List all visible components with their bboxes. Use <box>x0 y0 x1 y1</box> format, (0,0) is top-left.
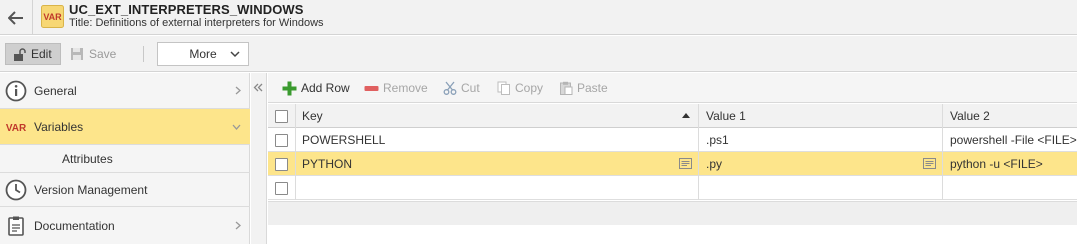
column-header-key[interactable]: Key <box>296 104 699 128</box>
clipboard-paste-icon <box>560 81 573 95</box>
select-all-cell <box>268 104 296 128</box>
edit-button[interactable]: Edit <box>5 43 61 65</box>
table-row[interactable]: POWERSHELL .ps1 powershell -File <FILE> <box>268 128 1077 152</box>
sidebar-item-documentation[interactable]: Documentation <box>0 207 250 244</box>
save-button[interactable]: Save <box>70 43 116 65</box>
back-button[interactable] <box>0 0 33 35</box>
double-chevron-left-icon <box>253 83 263 92</box>
column-header-value1[interactable]: Value 1 <box>699 104 943 128</box>
cut-label: Cut <box>461 81 480 95</box>
sidebar-item-version-management[interactable]: Version Management <box>0 173 250 207</box>
copy-icon <box>497 81 510 95</box>
key-cell[interactable] <box>296 176 699 200</box>
chevron-down-icon <box>232 124 241 130</box>
copy-button[interactable]: Copy <box>497 80 543 96</box>
save-icon <box>71 48 83 60</box>
sidebar-item-variables[interactable]: VAR Variables <box>0 109 250 145</box>
column-header-label: Key <box>302 109 323 123</box>
minus-icon <box>364 85 379 91</box>
clock-icon <box>5 179 27 200</box>
column-header-label: Value 2 <box>950 109 990 123</box>
row-select-cell <box>268 152 296 176</box>
edit-label: Edit <box>31 47 52 61</box>
row-checkbox[interactable] <box>275 181 288 195</box>
sidebar-item-label: Documentation <box>34 218 115 233</box>
object-title: Title: Definitions of external interpret… <box>69 17 324 29</box>
main-toolbar: Edit Save More <box>0 36 1077 72</box>
info-circle-icon <box>5 80 27 101</box>
save-label: Save <box>89 47 117 61</box>
arrow-left-icon <box>8 10 23 25</box>
clipboard-icon <box>8 216 24 236</box>
scissors-icon <box>443 81 457 95</box>
cut-button[interactable]: Cut <box>443 80 480 96</box>
value2-value: python -u <FILE> <box>950 157 1043 171</box>
chevron-right-icon <box>235 86 241 95</box>
paste-label: Paste <box>577 81 608 95</box>
column-header-label: Value 1 <box>706 109 746 123</box>
value2-cell[interactable]: powershell -File <FILE> <box>943 128 1077 152</box>
sidebar: General VAR Variables Attributes Version… <box>0 73 250 244</box>
text-editor-icon[interactable] <box>923 158 936 169</box>
value1-value: .py <box>706 157 723 171</box>
object-name: UC_EXT_INTERPRETERS_WINDOWS <box>69 2 304 17</box>
sidebar-subitem-attributes[interactable]: Attributes <box>0 145 250 173</box>
key-cell[interactable]: POWERSHELL <box>296 128 699 152</box>
row-select-cell <box>268 128 296 152</box>
var-type-icon: VAR <box>41 5 64 28</box>
object-header: VAR UC_EXT_INTERPRETERS_WINDOWS Title: D… <box>0 0 1077 35</box>
more-dropdown[interactable]: More <box>157 42 249 66</box>
remove-label: Remove <box>383 81 428 95</box>
row-select-cell <box>268 176 296 200</box>
grid-footer-bar <box>268 201 1077 225</box>
svg-text:VAR: VAR <box>43 12 62 22</box>
table-header-row: Key Value 1 Value 2 <box>268 104 1077 128</box>
value1-cell[interactable] <box>699 176 943 200</box>
key-cell[interactable]: PYTHON <box>296 152 699 176</box>
grid-toolbar: Add Row Remove Cut Copy Paste <box>268 73 1077 103</box>
svg-text:VAR: VAR <box>6 123 27 134</box>
add-row-button[interactable]: Add Row <box>282 80 350 96</box>
table-row-selected[interactable]: PYTHON .py python -u <FILE> <box>268 152 1077 176</box>
value1-cell[interactable]: .py <box>699 152 943 176</box>
sort-ascending-icon <box>682 113 690 118</box>
row-checkbox[interactable] <box>275 133 288 147</box>
key-value: POWERSHELL <box>302 133 386 147</box>
column-header-value2[interactable]: Value 2 <box>943 104 1077 128</box>
sidebar-item-general[interactable]: General <box>0 73 250 109</box>
sidebar-subitem-label: Attributes <box>62 151 113 166</box>
value2-value: powershell -File <FILE> <box>950 133 1077 147</box>
toolbar-divider <box>143 46 144 62</box>
chevron-right-icon <box>235 221 241 230</box>
sidebar-item-label: Variables <box>34 119 84 134</box>
copy-label: Copy <box>515 81 544 95</box>
text-editor-icon[interactable] <box>679 158 692 169</box>
select-all-checkbox[interactable] <box>275 109 288 123</box>
more-label: More <box>189 47 217 61</box>
sidebar-item-label: General <box>34 83 77 98</box>
chevron-down-icon <box>230 51 240 58</box>
unlock-icon <box>14 47 26 61</box>
sidebar-collapse-toggle[interactable] <box>251 73 267 244</box>
paste-button[interactable]: Paste <box>559 80 608 96</box>
row-checkbox[interactable] <box>275 157 288 171</box>
add-row-label: Add Row <box>301 81 350 95</box>
variables-grid-panel: Add Row Remove Cut Copy Paste Key Value … <box>268 73 1077 244</box>
table-row-empty[interactable] <box>268 176 1077 200</box>
value1-cell[interactable]: .ps1 <box>699 128 943 152</box>
value2-cell[interactable]: python -u <FILE> <box>943 152 1077 176</box>
remove-button[interactable]: Remove <box>364 80 428 96</box>
value1-value: .ps1 <box>706 133 729 147</box>
value2-cell[interactable] <box>943 176 1077 200</box>
sidebar-item-label: Version Management <box>34 182 148 197</box>
plus-icon <box>282 81 297 95</box>
key-value: PYTHON <box>302 157 353 171</box>
var-icon: VAR <box>6 123 27 134</box>
